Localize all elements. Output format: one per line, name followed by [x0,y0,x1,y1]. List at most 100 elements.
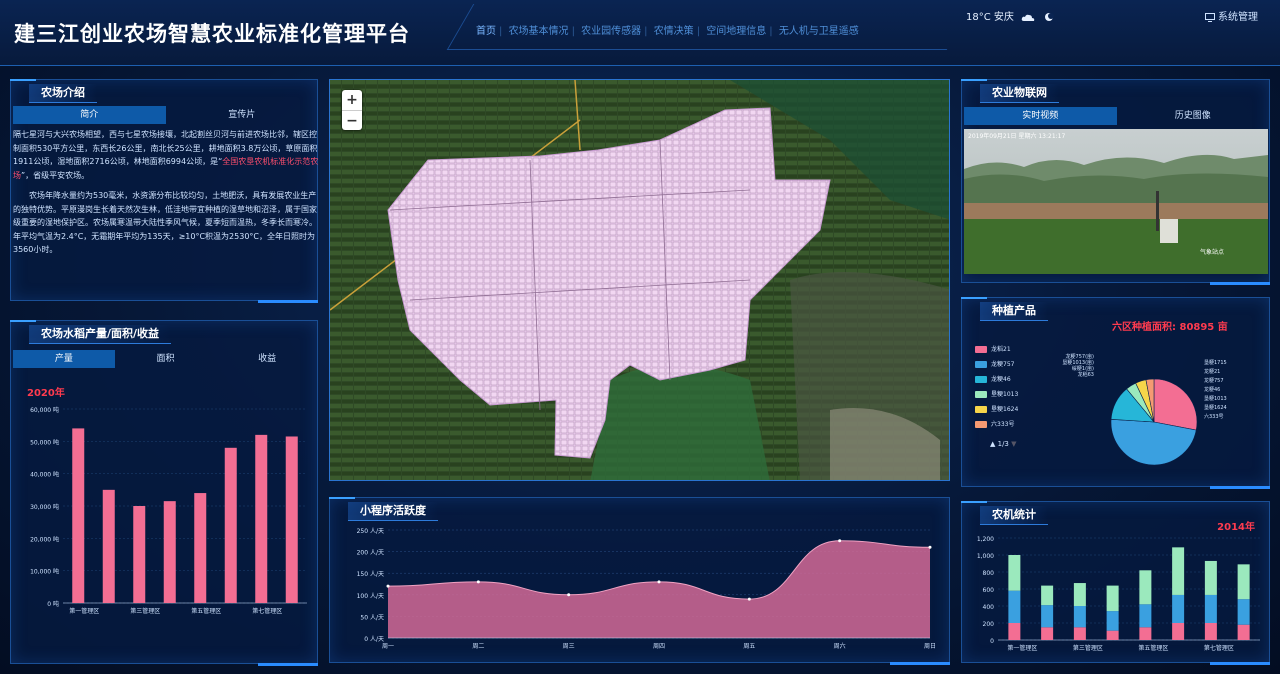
farm-intro-text: 隔七星河与大兴农场相望，西与七星农场接壤，北起割丝贝河与前进农场比邻，辖区控制面… [13,128,319,257]
legend-item[interactable]: 龙粳757 [975,359,1014,368]
nav-drone[interactable]: 无人机与卫星遥感 [779,26,859,37]
pager-text: 1/3 [997,440,1009,448]
legend-item[interactable]: 龙稻21 [975,344,1011,353]
main-nav: 首页 | 农场基本情况 | 农业园传感器 | 农情决策 | 空间地理信息 | 无人机与卫星… [476,26,859,37]
legend-item[interactable]: 龙粳46 [975,374,1011,383]
x-tick-label: 周六 [834,642,846,650]
rice-output-title: 农场水稻产量/面积/收益 [29,325,172,344]
stacked-bar-segment [1204,594,1217,623]
bar [224,447,237,603]
stacked-bar-segment [1106,585,1119,612]
page-title: 建三江创业农场智慧农业标准化管理平台 [14,22,410,46]
pie-outer-label: 六333号 [1204,413,1224,420]
legend-item[interactable]: 垦粳1624 [975,404,1018,413]
data-point [747,597,751,601]
bar [285,436,298,603]
y-tick-label: 800 [983,570,995,577]
stacked-bar-segment [1041,627,1054,640]
legend-item[interactable]: 六333号 [975,419,1014,428]
zoom-in-button[interactable]: + [342,90,362,110]
farm-intro-panel: 农场介绍 简介 宣传片 隔七星河与大兴农场相望，西与七星农场接壤，北起割丝贝河与… [10,79,319,303]
pie-outer-label: 龙粳757(亩) [1066,353,1094,360]
map-view[interactable]: + − [329,79,950,481]
legend-pager[interactable]: ▲ 1/3 ▼ [990,440,1017,448]
bar [255,434,268,603]
pie-outer-label: 龙粳757 [1204,377,1224,384]
y-tick-label: 0 [990,638,994,645]
stacked-bar-segment [1172,547,1185,595]
rice-output-panel: 农场水稻产量/面积/收益 产量 面积 收益 2020年 0 吨 10,000 吨 2… [10,320,318,666]
stacked-bar-segment [1041,605,1054,628]
zoom-out-button[interactable]: − [342,110,362,130]
y-tick-label: 400 [983,604,995,611]
pager-prev-icon[interactable]: ▲ [990,440,995,448]
x-tick-label: 周日 [924,643,936,650]
products-title: 种植产品 [980,302,1048,321]
machinery-year: 2014年 [1217,522,1255,533]
monitor-icon [1204,12,1215,22]
machinery-title: 农机统计 [980,506,1048,525]
activity-panel: 小程序活跃度 0 人/天 50 人/天 100 人/天 150 人/天 200 人/天 2… [329,497,950,665]
x-tick-label: 第七管理区 [1204,644,1234,652]
stacked-bar-segment [1172,594,1185,623]
y-tick-label: 150 人/天 [357,571,384,578]
x-tick-label: 第一管理区 [69,607,99,615]
tab-video[interactable]: 宣传片 [166,106,319,124]
tab-area[interactable]: 面积 [115,350,217,368]
machinery-panel: 农机统计 2014年 0 200 400 600 800 1,000 1,200 第一管理区 第… [961,501,1270,665]
nav-farm-info[interactable]: 农场基本情况 [509,26,569,37]
y-tick-label: 0 吨 [47,600,59,608]
tab-revenue[interactable]: 收益 [216,350,318,368]
legend-item[interactable]: 垦粳1013 [975,389,1018,398]
nav-sensors[interactable]: 农业园传感器 [581,26,641,37]
intro-paragraph-1-end: ”，省级平安农场。 [21,170,90,180]
stacked-bar-segment [1008,623,1021,640]
farm-intro-title: 农场介绍 [29,84,97,103]
stacked-bar-segment [1204,560,1217,595]
stacked-bar-segment [1008,590,1021,623]
stacked-bar-segment [1139,604,1152,628]
nav-home[interactable]: 首页 [476,26,496,37]
tab-live-video[interactable]: 实时视频 [964,107,1117,125]
rice-output-chart: 0 吨 10,000 吨 20,000 吨 30,000 吨 40,000 吨 50,00… [30,406,307,615]
x-tick-label: 周四 [653,643,665,650]
y-tick-label: 20,000 吨 [30,535,59,543]
data-point [928,545,932,549]
stacked-bar-segment [1237,564,1250,600]
y-tick-label: 10,000 吨 [30,568,59,576]
y-tick-label: 600 [983,587,995,594]
tab-intro[interactable]: 简介 [13,106,166,124]
y-tick-label: 0 人/天 [364,636,384,643]
stacked-bar-segment [1073,627,1086,640]
tab-history-images[interactable]: 历史图像 [1117,107,1270,125]
data-point [476,580,480,584]
y-tick-label: 30,000 吨 [30,503,59,511]
x-tick-label: 第五管理区 [191,607,221,615]
system-settings-button[interactable]: 系统管理 [1204,8,1258,23]
weather-text: 18°C 安庆 [966,12,1014,23]
live-camera-feed[interactable]: 2019年09月21日 星期六 13:21:17 气象站点 [964,129,1268,274]
tab-yield[interactable]: 产量 [13,350,115,368]
activity-chart: 0 人/天 50 人/天 100 人/天 150 人/天 200 人/天 250 人/天周… [357,528,936,650]
nav-geo[interactable]: 空间地理信息 [706,26,766,37]
rice-output-year: 2020年 [27,388,65,399]
y-tick-label: 40,000 吨 [30,471,59,479]
iot-title: 农业物联网 [980,84,1059,103]
pie-slice [1153,378,1198,431]
map-zoom-control: + − [342,90,362,130]
nav-decisions[interactable]: 农情决策 [654,26,694,37]
satellite-map [330,80,949,480]
stacked-bar-segment [1041,585,1054,606]
pie-outer-label: 垦粳1624 [1204,404,1227,411]
camera-location: 气象站点 [1199,249,1224,256]
pager-next-icon[interactable]: ▼ [1011,440,1016,448]
stacked-bar-segment [1073,606,1086,628]
pie-outer-label: 龙稻63 [1078,371,1094,378]
cloud-icon [1021,14,1035,21]
weather-widget: 18°C 安庆 [966,8,1055,23]
x-tick-label: 周五 [743,643,755,650]
stacked-bar-segment [1237,624,1250,640]
stacked-bar-segment [1172,623,1185,640]
stacked-bar-segment [1139,627,1152,640]
y-tick-label: 100 人/天 [357,593,384,600]
